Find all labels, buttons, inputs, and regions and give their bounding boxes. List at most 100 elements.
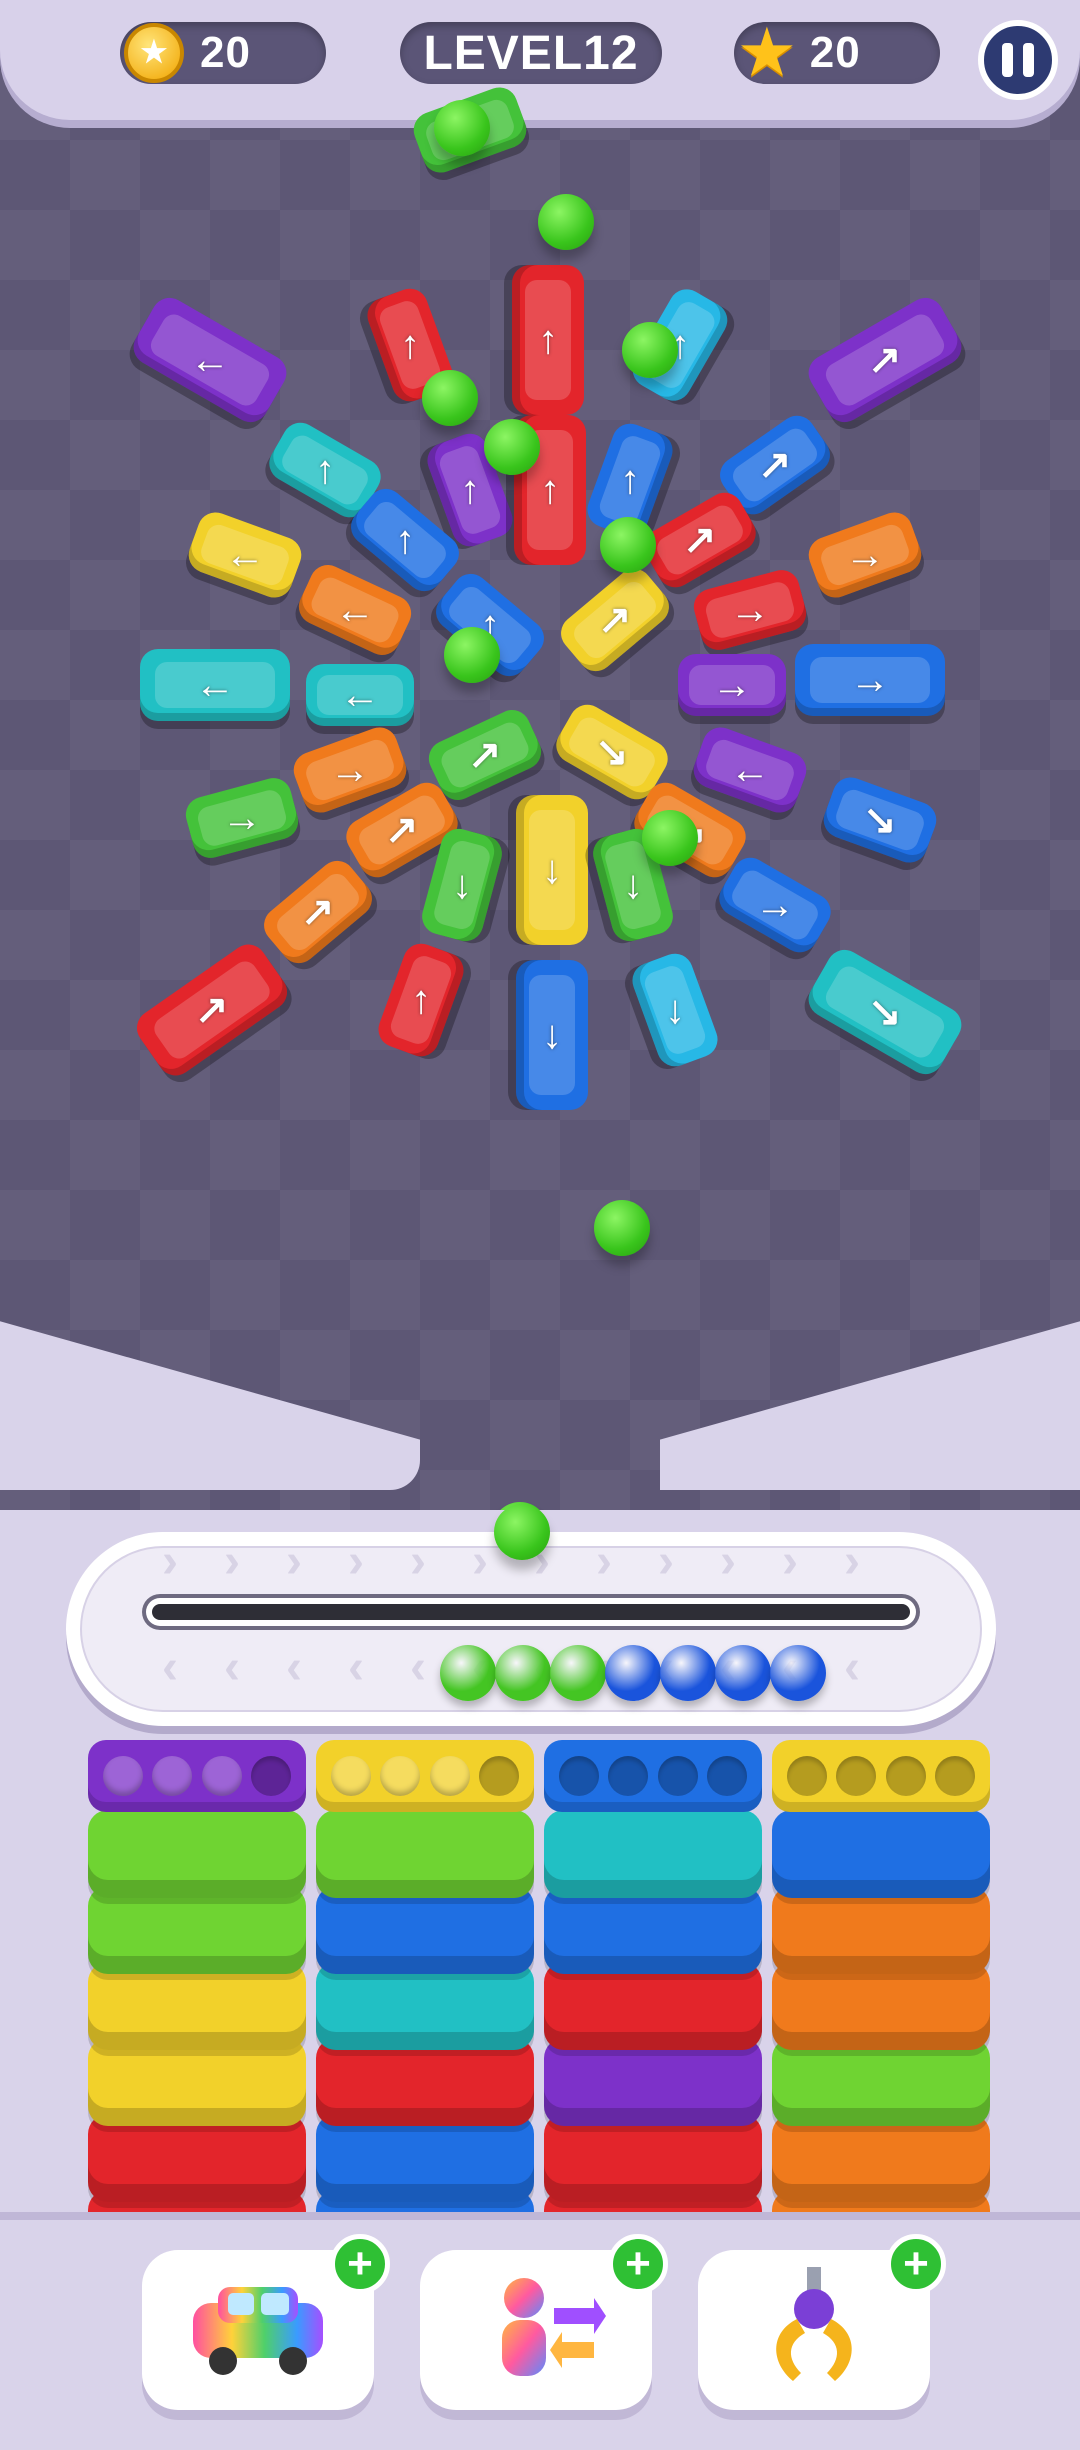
bus[interactable]: ↓ [516,960,588,1110]
chevron-left-icon: ‹ [844,1641,860,1694]
add-booster-button[interactable]: + [330,2234,390,2294]
ball-hole [201,1756,242,1796]
chevron-right-icon: › [410,1535,426,1588]
blue-ball [770,1645,826,1701]
ball-hole [787,1756,828,1796]
bus[interactable]: ↑ [512,265,584,415]
bus[interactable]: ↗ [802,291,968,429]
direction-arrow-icon: ↑ [315,448,335,492]
ball-hole [657,1756,698,1796]
car[interactable]: → [181,774,303,862]
swap-booster[interactable]: + [420,2234,668,2410]
direction-arrow-icon: ↓ [542,848,562,892]
chevron-left-icon: ‹ [286,1641,302,1694]
green-ball [422,370,478,426]
green-ball [434,100,490,156]
car[interactable]: → [678,654,786,716]
direction-arrow-icon: ← [190,338,230,382]
car[interactable]: → [803,507,927,603]
chevron-right-icon: › [348,1535,364,1588]
rainbow-car-booster[interactable]: + [142,2234,390,2410]
direction-arrow-icon: → [730,588,770,632]
belt-slot [142,1594,920,1630]
direction-arrow-icon: ↗ [195,988,229,1033]
orange-slab [772,1886,990,1974]
direction-arrow-icon: ↘ [863,797,897,842]
lime-slab [88,1810,306,1898]
ball-hole [250,1756,291,1796]
direction-arrow-icon: → [850,658,890,702]
car[interactable]: ↑ [373,938,469,1062]
bus[interactable]: ← [140,649,290,721]
color-stack[interactable] [88,1740,306,2278]
claw-booster[interactable]: + [698,2234,946,2410]
direction-arrow-icon: ↓ [542,1013,562,1057]
direction-arrow-icon: ↗ [758,443,792,488]
car[interactable]: ↗ [256,853,380,971]
direction-arrow-icon: ↗ [598,598,632,643]
ball-hole [608,1756,649,1796]
green-ball [494,1504,550,1560]
star-icon: ★ [740,19,794,86]
chevron-left-icon: ‹ [162,1641,178,1694]
chevron-right-icon: › [596,1535,612,1588]
teal-slab [544,1810,762,1898]
chevron-right-icon: › [224,1535,240,1588]
ball-hole [706,1756,747,1796]
car[interactable]: → [712,851,838,959]
ball-hole [885,1756,926,1796]
ball-hole [559,1756,600,1796]
bus[interactable]: ↗ [129,937,295,1083]
ball-hole [103,1756,144,1796]
car[interactable]: ↓ [627,948,723,1072]
green-ball [538,194,594,250]
direction-arrow-icon: ↑ [400,323,420,367]
color-stack[interactable] [544,1740,762,2278]
green-ball [484,419,540,475]
green-ball [600,517,656,573]
color-stack[interactable] [316,1740,534,2278]
rainbow-car-icon [183,2273,333,2388]
add-booster-button[interactable]: + [886,2234,946,2294]
add-booster-button[interactable]: + [608,2234,668,2294]
ball-hole [380,1756,421,1796]
car[interactable]: ← [306,664,414,726]
lime-slab [772,2038,990,2126]
direction-arrow-icon: ↗ [468,733,502,778]
direction-arrow-icon: ← [195,663,235,707]
bus[interactable]: ↓ [516,795,588,945]
car[interactable]: → [689,566,811,654]
direction-arrow-icon: ← [225,533,265,577]
car[interactable]: ↗ [553,561,677,679]
direction-arrow-icon: ← [730,748,770,792]
blue-ball [660,1645,716,1701]
yellow-slab [88,1962,306,2050]
red-slab [88,2114,306,2202]
green-ball [440,1645,496,1701]
direction-arrow-icon: → [845,533,885,577]
direction-arrow-icon: ↗ [301,890,335,935]
star-counter: ★ 20 [734,22,940,84]
green-ball [594,1200,650,1256]
green-ball [444,627,500,683]
blue-slab [316,1886,534,1974]
star-count: 20 [809,28,861,77]
direction-arrow-icon: ↓ [452,863,472,907]
bus[interactable]: → [795,644,945,716]
green-ball [550,1645,606,1701]
color-stack[interactable] [772,1740,990,2278]
car[interactable]: ↘ [818,772,942,868]
direction-arrow-icon: ↗ [868,338,902,383]
direction-arrow-icon: ↗ [385,808,419,853]
blue-ball [715,1645,771,1701]
direction-arrow-icon: ↘ [595,729,629,774]
lime-slab [316,1810,534,1898]
chevron-left-icon: ‹ [224,1641,240,1694]
pause-button[interactable] [978,20,1058,100]
car[interactable]: ← [183,507,307,603]
bus[interactable]: ↘ [802,943,968,1081]
bus[interactable]: ← [127,291,293,429]
chevron-right-icon: › [782,1535,798,1588]
level-label: LEVEL12 [423,26,639,80]
direction-arrow-icon: → [755,883,795,927]
